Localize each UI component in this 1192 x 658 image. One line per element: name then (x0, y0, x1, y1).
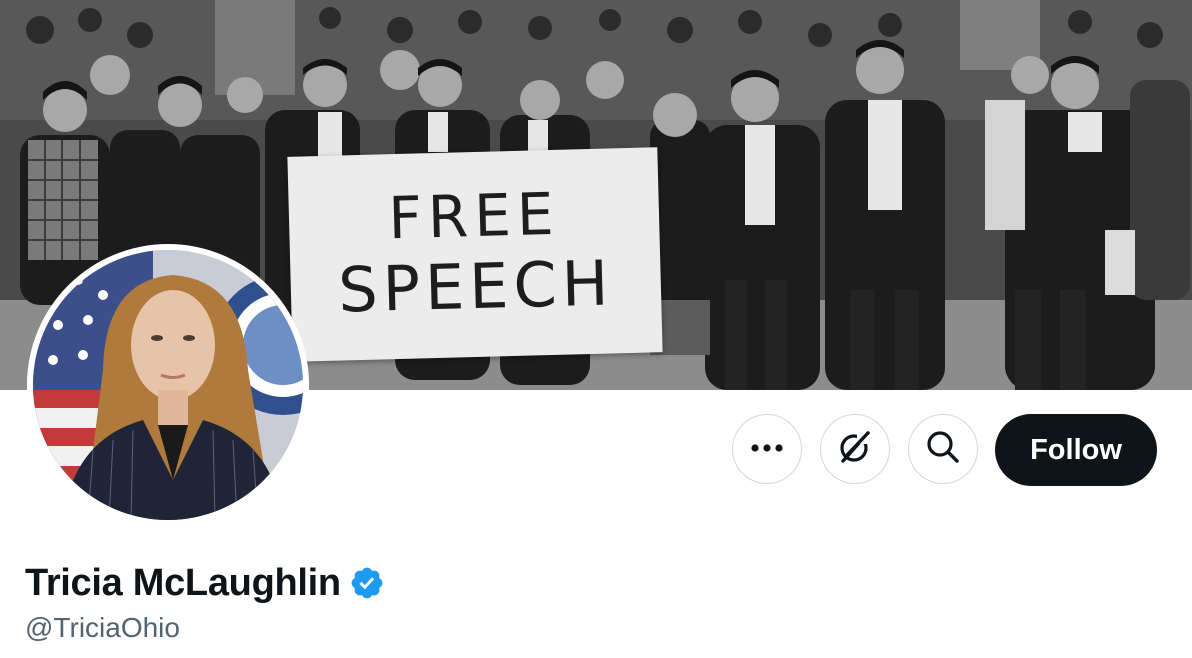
avatar[interactable] (27, 244, 309, 526)
display-name: Tricia McLaughlin (25, 561, 341, 604)
search-icon (925, 429, 961, 470)
display-name-row: Tricia McLaughlin (25, 558, 385, 608)
sign-text-line1: FREE (387, 179, 561, 253)
grok-icon (837, 429, 873, 470)
free-speech-banner-sign: FREE SPEECH (287, 147, 663, 362)
avatar-photo (33, 250, 303, 520)
more-horizontal-icon (750, 440, 784, 458)
follow-button-label: Follow (1030, 433, 1122, 466)
verified-badge-icon[interactable] (349, 565, 385, 601)
more-button[interactable] (732, 414, 802, 484)
follow-button[interactable]: Follow (995, 414, 1157, 486)
sign-text-line2: SPEECH (337, 246, 615, 327)
search-button[interactable] (908, 414, 978, 484)
profile-header: FREE SPEECH Follow Tricia McLaughlin @Tr… (0, 0, 1192, 658)
grok-button[interactable] (820, 414, 890, 484)
user-handle: @TriciaOhio (25, 612, 180, 643)
